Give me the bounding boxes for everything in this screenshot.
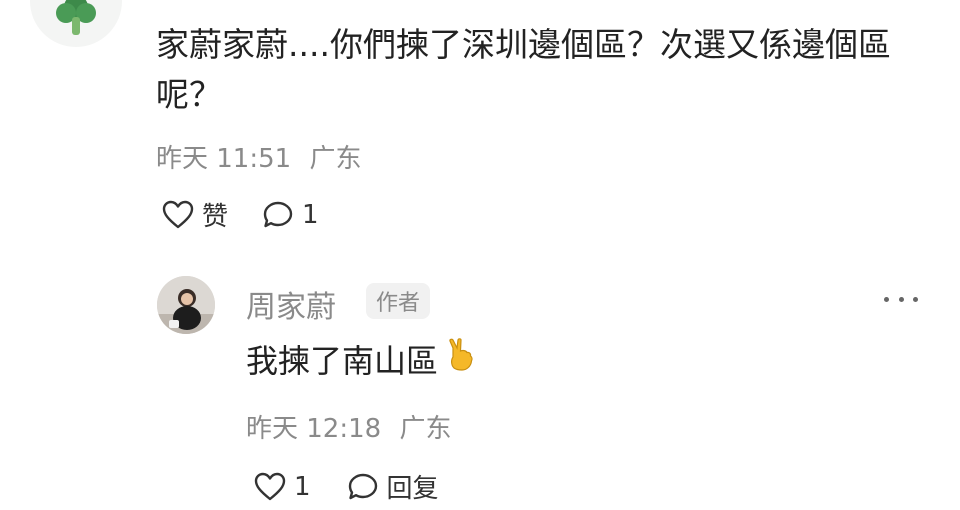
reply-label: 回复 [386, 474, 439, 504]
broccoli-icon [56, 0, 96, 35]
reply-like-button[interactable]: 1 [254, 472, 311, 502]
reply-reply-button[interactable]: 回复 [347, 468, 439, 505]
reply-like-count: 1 [294, 471, 311, 502]
dot-icon [898, 296, 904, 302]
comment-like-button[interactable]: 赞 [162, 196, 228, 233]
reply-count: 1 [302, 199, 319, 230]
reply-text-row: 我揀了南山區 [246, 338, 476, 384]
reply-actions: 1 回复 [254, 468, 439, 505]
comment-actions: 赞 1 [162, 196, 319, 233]
reply-meta: 昨天 12:18 广东 [246, 408, 451, 445]
like-label: 赞 [202, 202, 229, 232]
comment-location: 广东 [309, 144, 362, 174]
reply-text: 我揀了南山區 [246, 342, 439, 380]
comment-time: 昨天 11:51 [156, 144, 292, 174]
reply-location: 广东 [399, 414, 452, 444]
comment-meta: 昨天 11:51 广东 [156, 138, 361, 175]
comment-avatar[interactable] [30, 0, 122, 47]
heart-icon [254, 472, 286, 500]
comment-text: 家蔚家蔚....你們揀了深圳邊個區？次選又係邊個區呢？ [156, 25, 891, 114]
dot-icon [884, 296, 889, 302]
victory-hand-icon [446, 338, 476, 384]
heart-icon [162, 200, 194, 228]
reply-avatar[interactable] [157, 276, 215, 334]
comment-reply-button[interactable]: 1 [262, 200, 319, 230]
reply-author-name[interactable]: 周家蔚 [246, 282, 336, 326]
dot-icon [913, 296, 918, 302]
comment-icon [348, 473, 377, 499]
author-photo-icon [157, 276, 215, 334]
more-options-button[interactable] [884, 293, 918, 305]
comment-icon [263, 201, 293, 227]
author-badge: 作者 [366, 283, 431, 319]
reply-time: 昨天 12:18 [246, 414, 382, 444]
